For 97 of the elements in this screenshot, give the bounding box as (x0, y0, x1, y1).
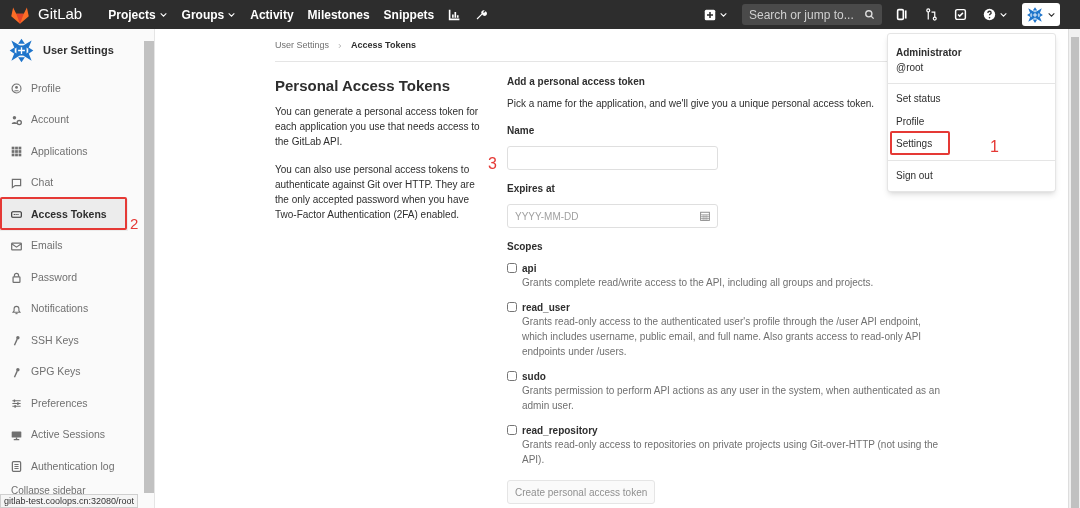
help-icon (983, 8, 996, 21)
snowflake-avatar-icon (1026, 5, 1044, 24)
form-description: Pick a name for the application, and we'll give you a unique personal access token. (507, 97, 875, 111)
todo-icon (954, 8, 967, 21)
user-handle: @root (896, 61, 925, 75)
scope-description: Grants read-only access to repositories on private projects using Git-over-HTTP (not using the API). (522, 438, 940, 467)
new-button[interactable] (704, 8, 728, 21)
envelope-icon (11, 240, 22, 252)
sidebar-item[interactable]: Password (0, 262, 128, 294)
key-icon (11, 366, 22, 378)
intro-paragraph: You can also use personal access tokens to authenticate against Git over HTTP. They are the only accepted password when you have Two-Factor Authentication (2FA) enabled. (275, 162, 476, 222)
sidebar-item[interactable]: Emails (0, 230, 128, 262)
nav-icon-button[interactable] (954, 8, 967, 21)
nav-link[interactable]: Projects (108, 5, 168, 24)
issues-icon (896, 8, 909, 21)
scope-description: Grants read-only access to the authenticated user's profile through the /user API endpoint, which includes username, public email, and full name. Also grants access to read-only API endpoints under /users. (522, 315, 923, 359)
key-icon (11, 335, 22, 347)
brand-name: GitLab (38, 4, 83, 25)
chevron-down-icon (999, 10, 1008, 19)
sidebar-item[interactable]: GPG Keys (0, 356, 128, 388)
status-url-tooltip: gitlab-test.coolops.cn:32080/root (0, 494, 139, 508)
chevron-right-icon (337, 42, 344, 49)
scope-name: read_user (522, 301, 571, 314)
search-icon (864, 9, 875, 20)
date-field[interactable]: YYYY-MM-DD (507, 204, 718, 228)
breadcrumb-current: Access Tokens (351, 38, 416, 52)
bell-icon (11, 303, 22, 315)
brand-logo[interactable]: GitLab (10, 3, 83, 26)
plus-square-icon (704, 8, 716, 21)
intro-paragraph: You can generate a personal access token for each application you use that needs access to the GitLab API. (275, 104, 481, 149)
scope-description: Grants permission to perform API actions as any user in the system, when authenticated as an admin user. (522, 384, 941, 413)
sidebar-item[interactable]: Active Sessions (0, 419, 128, 451)
scope-checkbox[interactable] (507, 263, 517, 273)
token-card-icon (11, 209, 22, 221)
sidebar-item[interactable]: Notifications (0, 293, 128, 325)
annotation-number: 2 (130, 216, 139, 231)
nav-link[interactable]: Activity (250, 5, 294, 24)
chart-icon (448, 8, 462, 21)
avatar-button[interactable] (1022, 3, 1060, 26)
wrench-icon (475, 8, 489, 21)
scope-checkbox[interactable] (507, 302, 517, 312)
sliders-icon (11, 398, 22, 410)
chevron-down-icon (227, 10, 237, 19)
user-gear-icon (11, 114, 22, 126)
name-input-field[interactable] (507, 146, 718, 170)
nav-icon-button[interactable] (925, 8, 938, 21)
scope-description: Grants complete read/write access to the API, including all groups and projects. (522, 276, 875, 290)
monitor-icon (11, 429, 22, 441)
nav-icon-button[interactable] (896, 8, 909, 21)
lock-icon (11, 272, 22, 284)
sidebar-item[interactable]: Preferences (0, 388, 128, 420)
highlight-box (890, 131, 950, 155)
nav-link[interactable]: Milestones (307, 5, 370, 24)
user-circle-icon (11, 83, 22, 95)
grid-icon (11, 146, 22, 158)
merge-request-icon (925, 8, 938, 21)
menu-item[interactable]: Settings (888, 133, 941, 156)
menu-item[interactable]: Profile (888, 110, 933, 133)
sidebar-header[interactable]: User Settings (0, 29, 144, 72)
scope-name: api (522, 262, 538, 275)
breadcrumb-link[interactable]: User Settings (275, 38, 330, 53)
search-field[interactable]: Search or jump to... (742, 4, 882, 25)
sidebar-item[interactable]: Chat (0, 167, 128, 199)
help-button[interactable] (983, 8, 1008, 21)
chevron-down-icon (719, 10, 728, 19)
nav-link[interactable]: Snippets (383, 5, 435, 24)
field-label: Expires at (507, 182, 556, 196)
list-document-icon (11, 461, 22, 473)
chevron-down-icon (158, 10, 168, 19)
chat-bubble-icon (11, 177, 22, 189)
sidebar-item[interactable]: SSH Keys (0, 325, 128, 357)
menu-item[interactable]: Set status (888, 88, 949, 111)
form-title: Add a personal access token (507, 75, 646, 89)
scope-checkbox[interactable] (507, 425, 517, 435)
scope-name: sudo (522, 370, 547, 383)
sidebar-item[interactable]: Authentication log (0, 451, 128, 483)
scrollbar[interactable] (1068, 29, 1080, 508)
sidebar-scrollbar[interactable] (144, 41, 154, 493)
chevron-down-icon (1047, 10, 1056, 19)
nav-link[interactable]: Groups (181, 5, 237, 24)
sidebar-item[interactable]: Applications (0, 136, 128, 168)
sidebar-item[interactable]: Access Tokens (0, 199, 128, 231)
sidebar-title: User Settings (43, 43, 114, 59)
user-name: Administrator (896, 46, 963, 60)
collapse-sidebar-button[interactable]: Collapse sidebar (0, 484, 86, 496)
scopes-label: Scopes (507, 240, 544, 254)
annotation-number: 3 (488, 156, 497, 172)
annotation-number: 1 (990, 139, 999, 155)
field-label: Name (507, 124, 536, 138)
menu-item[interactable]: Sign out (888, 164, 941, 187)
scope-name: read_repository (522, 424, 599, 437)
sidebar-item[interactable]: Profile (0, 73, 128, 105)
page-title: Personal Access Tokens (275, 76, 452, 96)
calendar-icon (700, 211, 710, 221)
sidebar-item[interactable]: Account (0, 104, 128, 136)
scope-checkbox[interactable] (507, 371, 517, 381)
snowflake-avatar-icon (8, 37, 35, 64)
